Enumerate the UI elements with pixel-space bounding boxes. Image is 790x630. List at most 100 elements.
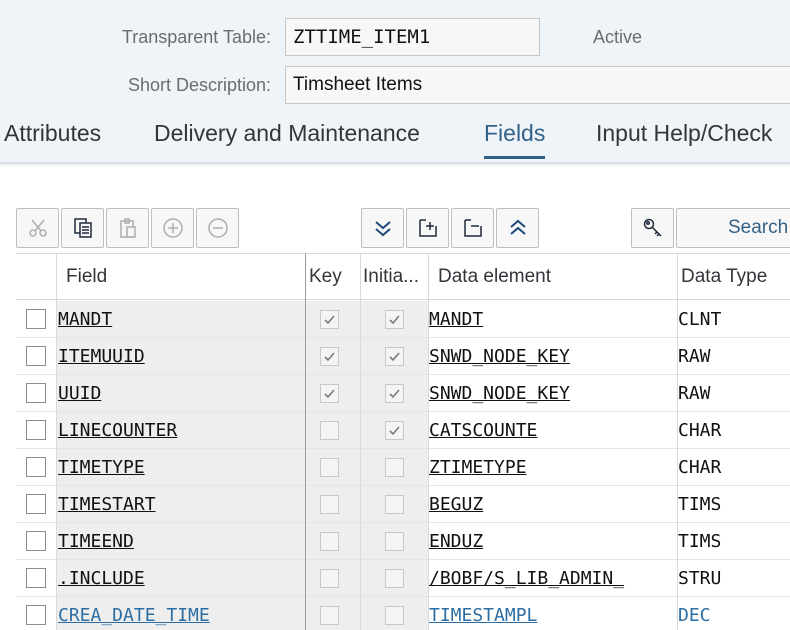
row-selector[interactable] <box>16 338 56 374</box>
field-name-cell[interactable]: TIMESTART <box>56 486 305 522</box>
row-selector[interactable] <box>16 301 56 337</box>
initial-values-checkbox[interactable] <box>385 606 404 625</box>
field-name-cell[interactable]: TIMETYPE <box>56 449 305 485</box>
table-row[interactable]: .INCLUDE/BOBF/S_LIB_ADMIN_ STRU <box>16 560 790 597</box>
data-element-link[interactable]: BEGUZ <box>429 494 483 515</box>
data-element-link[interactable]: SNWD_NODE_KEY <box>429 346 570 367</box>
initial-values-checkbox[interactable] <box>385 532 404 551</box>
data-element-link[interactable]: SNWD_NODE_KEY <box>429 383 570 404</box>
search-button[interactable]: Search <box>676 208 790 248</box>
field-name-link[interactable]: TIMEEND <box>58 531 134 552</box>
field-name-link[interactable]: MANDT <box>58 309 112 330</box>
key-checkbox[interactable] <box>320 421 339 440</box>
cut-button[interactable] <box>16 208 59 248</box>
key-checkbox[interactable] <box>320 384 339 403</box>
column-header-field[interactable]: Field <box>66 254 107 300</box>
data-element-cell[interactable]: /BOBF/S_LIB_ADMIN_ <box>429 560 677 596</box>
field-name-link[interactable]: TIMETYPE <box>58 457 145 478</box>
row-selector[interactable] <box>16 375 56 411</box>
paste-button[interactable] <box>106 208 149 248</box>
field-name-link[interactable]: TIMESTART <box>58 494 156 515</box>
table-row[interactable]: TIMETYPE ZTIMETYPE CHAR <box>16 449 790 486</box>
expand-all-button[interactable] <box>496 208 539 248</box>
column-header-key[interactable]: Key <box>309 254 342 300</box>
data-element-cell[interactable]: ENDUZ <box>429 523 677 559</box>
tab-delivery-maintenance[interactable]: Delivery and Maintenance <box>154 120 420 156</box>
row-selector[interactable] <box>16 597 56 630</box>
row-select-checkbox[interactable] <box>26 383 46 403</box>
field-name-cell[interactable]: LINECOUNTER <box>56 412 305 448</box>
row-select-checkbox[interactable] <box>26 568 46 588</box>
insert-row-button[interactable] <box>151 208 194 248</box>
data-element-cell[interactable]: TIMESTAMPL <box>429 597 677 630</box>
initial-values-checkbox[interactable] <box>385 458 404 477</box>
data-element-cell[interactable]: MANDT <box>429 301 677 337</box>
field-name-link[interactable]: ITEMUUID <box>58 346 145 367</box>
row-select-checkbox[interactable] <box>26 531 46 551</box>
short-description-field[interactable]: Timsheet Items <box>285 66 790 104</box>
column-header-data-element[interactable]: Data element <box>438 254 551 300</box>
table-row[interactable]: MANDT MANDT CLNT <box>16 301 790 338</box>
row-select-checkbox[interactable] <box>26 457 46 477</box>
field-name-cell[interactable]: ITEMUUID <box>56 338 305 374</box>
column-header-initial[interactable]: Initia... <box>363 254 427 300</box>
table-row[interactable]: ITEMUUID SNWD_NODE_KEY RAW <box>16 338 790 375</box>
table-row[interactable]: TIMESTART BEGUZ TIMS <box>16 486 790 523</box>
row-selector[interactable] <box>16 449 56 485</box>
collapse-all-button[interactable] <box>361 208 404 248</box>
copy-button[interactable] <box>61 208 104 248</box>
data-element-link[interactable]: MANDT <box>429 309 483 330</box>
data-element-cell[interactable]: ZTIMETYPE <box>429 449 677 485</box>
key-checkbox[interactable] <box>320 606 339 625</box>
field-name-link[interactable]: .INCLUDE <box>58 568 145 589</box>
data-element-link[interactable]: ENDUZ <box>429 531 483 552</box>
tab-fields[interactable]: Fields <box>484 120 546 159</box>
data-element-cell[interactable]: SNWD_NODE_KEY <box>429 338 677 374</box>
table-row[interactable]: LINECOUNTER CATSCOUNTE CHAR <box>16 412 790 449</box>
table-name-field[interactable]: ZTTIME_ITEM1 <box>285 18 540 56</box>
table-row[interactable]: CREA_DATE_TIME TIMESTAMPL DEC <box>16 597 790 630</box>
row-selector[interactable] <box>16 560 56 596</box>
row-selector[interactable] <box>16 486 56 522</box>
key-checkbox[interactable] <box>320 458 339 477</box>
row-select-checkbox[interactable] <box>26 605 46 625</box>
initial-values-checkbox[interactable] <box>385 569 404 588</box>
row-select-checkbox[interactable] <box>26 346 46 366</box>
data-element-cell[interactable]: CATSCOUNTE <box>429 412 677 448</box>
initial-values-checkbox[interactable] <box>385 347 404 366</box>
row-selector[interactable] <box>16 523 56 559</box>
row-select-checkbox[interactable] <box>26 494 46 514</box>
initial-values-checkbox[interactable] <box>385 384 404 403</box>
table-row[interactable]: TIMEEND ENDUZ TIMS <box>16 523 790 560</box>
delete-row-button[interactable] <box>196 208 239 248</box>
data-element-link[interactable]: CATSCOUNTE <box>429 420 537 441</box>
data-element-cell[interactable]: BEGUZ <box>429 486 677 522</box>
data-element-cell[interactable]: SNWD_NODE_KEY <box>429 375 677 411</box>
initial-values-checkbox[interactable] <box>385 421 404 440</box>
field-name-cell[interactable]: CREA_DATE_TIME <box>56 597 305 630</box>
field-name-link[interactable]: LINECOUNTER <box>58 420 177 441</box>
data-element-link[interactable]: TIMESTAMPL <box>429 605 537 626</box>
data-element-link[interactable]: ZTIMETYPE <box>429 457 527 478</box>
table-row[interactable]: UUID SNWD_NODE_KEY RAW <box>16 375 790 412</box>
row-select-checkbox[interactable] <box>26 309 46 329</box>
field-name-link[interactable]: CREA_DATE_TIME <box>58 605 210 626</box>
field-name-link[interactable]: UUID <box>58 383 101 404</box>
tab-input-help-check[interactable]: Input Help/Check <box>596 120 772 156</box>
key-checkbox[interactable] <box>320 532 339 551</box>
key-checkbox[interactable] <box>320 495 339 514</box>
key-checkbox[interactable] <box>320 347 339 366</box>
initial-values-checkbox[interactable] <box>385 310 404 329</box>
data-element-link[interactable]: /BOBF/S_LIB_ADMIN_ <box>429 568 624 589</box>
row-selector[interactable] <box>16 412 56 448</box>
field-name-cell[interactable]: .INCLUDE <box>56 560 305 596</box>
row-select-checkbox[interactable] <box>26 420 46 440</box>
field-name-cell[interactable]: MANDT <box>56 301 305 337</box>
delete-field-button[interactable] <box>451 208 494 248</box>
column-header-data-type[interactable]: Data Type <box>681 254 767 300</box>
field-name-cell[interactable]: TIMEEND <box>56 523 305 559</box>
key-checkbox[interactable] <box>320 569 339 588</box>
key-button[interactable] <box>631 208 674 248</box>
insert-field-button[interactable] <box>406 208 449 248</box>
key-checkbox[interactable] <box>320 310 339 329</box>
